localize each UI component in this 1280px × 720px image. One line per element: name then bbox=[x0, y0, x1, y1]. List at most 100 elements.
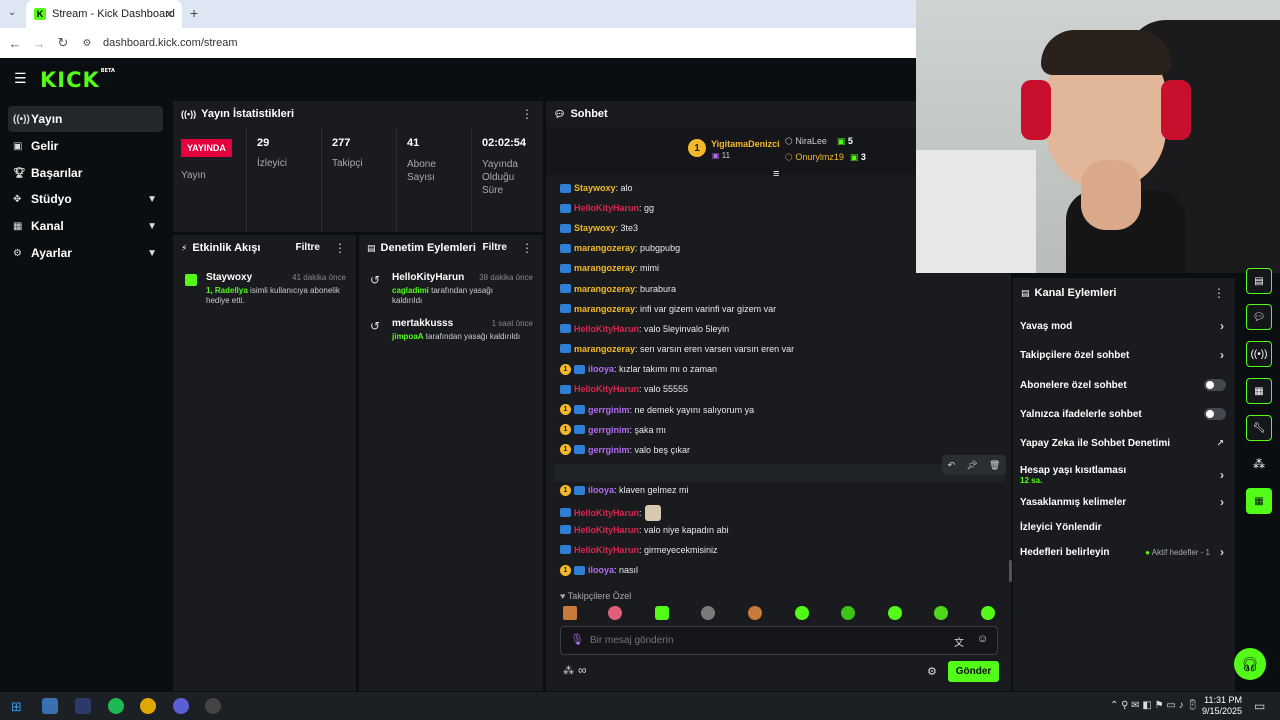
app-icon[interactable] bbox=[75, 698, 91, 714]
subscribers-only-toggle[interactable] bbox=[1204, 379, 1226, 391]
more-options-icon[interactable]: ⋮ bbox=[334, 241, 346, 255]
site-info-icon[interactable]: ⚙ bbox=[75, 38, 99, 49]
kick-points-icon[interactable]: ⁂ bbox=[1253, 457, 1265, 471]
browser-tab[interactable]: K Stream - Kick Dashboard ✕ bbox=[26, 0, 182, 28]
slow-mode-row[interactable]: Yavaş mod › bbox=[1020, 315, 1230, 337]
infinity-icon[interactable]: ∞ bbox=[578, 663, 587, 677]
chat-username[interactable]: marangozeray bbox=[574, 263, 635, 273]
emoji-icon[interactable]: ☺ bbox=[977, 633, 988, 645]
windows-start-icon[interactable]: ⊞ bbox=[11, 699, 22, 715]
emote-icon[interactable] bbox=[608, 606, 622, 620]
chat-message[interactable]: 1 ilooya: klaven gelmez mi bbox=[560, 484, 689, 496]
chat-message[interactable]: 1 gerrginim: valo beş çıkar bbox=[560, 444, 690, 456]
taskbar-clock[interactable]: 11:31 PM 9/15/2025 bbox=[1200, 695, 1242, 717]
chat-message[interactable]: HelloKityHarun: valo 5leyinvalo 5leyin bbox=[560, 324, 729, 334]
chrome-icon[interactable] bbox=[140, 698, 156, 714]
chat-settings-icon[interactable]: ⚙ bbox=[927, 665, 937, 678]
emote-icon[interactable] bbox=[888, 606, 902, 620]
reload-icon[interactable]: ↻ bbox=[51, 35, 75, 51]
url-text[interactable]: dashboard.kick.com/stream bbox=[103, 37, 238, 49]
activity-user[interactable]: Staywoxy bbox=[206, 272, 252, 283]
broadcast-icon[interactable]: ((•)) bbox=[1246, 341, 1272, 367]
close-tab-icon[interactable]: ✕ bbox=[165, 8, 174, 21]
tab-list-icon[interactable]: ⌄ bbox=[8, 7, 16, 18]
chat-message[interactable]: 1 gerrginim: ne demek yayını salıyorum ya bbox=[560, 404, 754, 416]
chat-username[interactable]: HelloKityHarun bbox=[574, 545, 639, 555]
emote-icon[interactable] bbox=[795, 606, 809, 620]
chat-username[interactable]: gerrginim bbox=[588, 425, 630, 435]
chat-message[interactable]: HelloKityHarun: gg bbox=[560, 203, 654, 213]
app-icon[interactable] bbox=[173, 698, 189, 714]
emote-only-toggle[interactable] bbox=[1204, 408, 1226, 420]
sidebar-item-basarilar[interactable]: 🏆︎ Başarılar bbox=[8, 160, 163, 186]
wrench-icon[interactable]: 🔧︎ bbox=[1246, 415, 1272, 441]
expand-list-icon[interactable]: ≡ bbox=[773, 168, 779, 180]
forward-icon[interactable]: → bbox=[27, 36, 51, 51]
chat-username[interactable]: ilooya bbox=[588, 565, 614, 575]
emote-icon[interactable] bbox=[934, 606, 948, 620]
chat-message[interactable]: marangozeray: mimi bbox=[560, 263, 659, 273]
new-tab-icon[interactable]: + bbox=[190, 5, 198, 21]
banned-words-row[interactable]: Yasaklanmış kelimeler › bbox=[1020, 491, 1230, 513]
chat-message[interactable]: 1 gerrginim: şaka mı bbox=[560, 424, 666, 436]
chat-username[interactable]: Staywoxy bbox=[574, 183, 616, 193]
chat-message[interactable]: Staywoxy: 3te3 bbox=[560, 223, 638, 233]
top-gifter-3[interactable]: ⬡ Onurylmz19 ▣ 3 bbox=[785, 152, 866, 163]
goals-row[interactable]: Hedefleri belirleyin ● Aktif hedefler - 1… bbox=[1020, 541, 1230, 563]
emote-icon[interactable] bbox=[748, 606, 762, 620]
chat-message[interactable]: marangozeray: sen varsın eren varsen var… bbox=[560, 344, 794, 354]
sidebar-item-studyo[interactable]: ✥ Stüdyo ▼ bbox=[8, 186, 163, 212]
pin-icon[interactable]: 📌︎ bbox=[966, 460, 977, 471]
moderation-filter-button[interactable]: Filtre bbox=[483, 242, 507, 253]
chat-username[interactable]: HelloKityHarun bbox=[574, 508, 639, 518]
delete-icon[interactable]: 🗑︎ bbox=[989, 460, 1000, 471]
sidebar-item-kanal[interactable]: ▦ Kanal ▼ bbox=[8, 213, 163, 239]
raid-row[interactable]: İzleyici Yönlendir bbox=[1020, 516, 1230, 538]
moderation-user[interactable]: HelloKityHarun bbox=[392, 272, 464, 283]
top-gifter-1-name[interactable]: YigitamaDenizci bbox=[711, 139, 780, 149]
activity-icon[interactable]: ▦ bbox=[1246, 378, 1272, 404]
sidebar-item-yayin[interactable]: ((•)) Yayın bbox=[8, 106, 163, 132]
chat-username[interactable]: HelloKityHarun bbox=[574, 525, 639, 535]
top-gifter-2[interactable]: ⬡ NiraLee ▣ 5 bbox=[785, 136, 853, 147]
more-options-icon[interactable]: ⋮ bbox=[521, 241, 533, 255]
spotify-icon[interactable] bbox=[108, 698, 124, 714]
chat-username[interactable]: marangozeray bbox=[574, 344, 635, 354]
microphone-icon[interactable]: 🎙︎ bbox=[570, 633, 584, 646]
chat-message[interactable]: HelloKityHarun: girmeyecekmisiniz bbox=[560, 545, 718, 555]
emote-icon[interactable] bbox=[841, 606, 855, 620]
account-age-row[interactable]: Hesap yaşı kısıtlaması 12 sa. › bbox=[1020, 461, 1230, 489]
chat-message[interactable]: marangozeray: burabura bbox=[560, 284, 676, 294]
sidebar-item-gelir[interactable]: ▣ Gelir bbox=[8, 133, 163, 159]
chat-username[interactable]: marangozeray bbox=[574, 304, 635, 314]
chat-message[interactable]: 1 ilooya: kızlar takımı mı o zaman bbox=[560, 363, 717, 375]
chat-message[interactable]: marangozeray: infi var gizem varinfi var… bbox=[560, 304, 776, 314]
sidebar-item-ayarlar[interactable]: ⚙ Ayarlar ▼ bbox=[8, 240, 163, 266]
emote-icon[interactable] bbox=[701, 606, 715, 620]
clapperboard-icon[interactable]: ▦ bbox=[1246, 488, 1272, 514]
more-options-icon[interactable]: ⋮ bbox=[1213, 286, 1225, 300]
followers-only-chat-row[interactable]: Takipçilere özel sohbet › bbox=[1020, 344, 1230, 366]
moderation-user[interactable]: mertakkusss bbox=[392, 318, 453, 329]
support-headset-icon[interactable]: 🎧︎ bbox=[1234, 648, 1266, 680]
emote-icon[interactable] bbox=[981, 606, 995, 620]
chat-username[interactable]: ilooya bbox=[588, 364, 614, 374]
kick-logo[interactable]: KICKBETA bbox=[40, 68, 115, 92]
chat-username[interactable]: marangozeray bbox=[574, 243, 635, 253]
notification-icon[interactable]: ▭ bbox=[1254, 699, 1265, 713]
emote-icon[interactable] bbox=[563, 606, 577, 620]
chat-message[interactable]: Staywoxy: alo bbox=[560, 183, 633, 193]
send-button[interactable]: Gönder bbox=[948, 661, 999, 682]
activity-filter-button[interactable]: Filtre bbox=[296, 242, 320, 253]
back-icon[interactable]: ← bbox=[3, 36, 27, 51]
chat-username[interactable]: HelloKityHarun bbox=[574, 203, 639, 213]
emote-icon[interactable] bbox=[655, 606, 669, 620]
undo-icon[interactable]: ↶ bbox=[948, 460, 956, 471]
app-icon[interactable] bbox=[42, 698, 58, 714]
chat-username[interactable]: gerrginim bbox=[588, 445, 630, 455]
chat-message[interactable]: 1 ilooya: nasıl bbox=[560, 564, 638, 576]
more-options-icon[interactable]: ⋮ bbox=[521, 107, 533, 121]
hamburger-menu-icon[interactable]: ☰ bbox=[14, 70, 27, 87]
chat-input[interactable] bbox=[590, 630, 930, 650]
chat-username[interactable]: marangozeray bbox=[574, 284, 635, 294]
